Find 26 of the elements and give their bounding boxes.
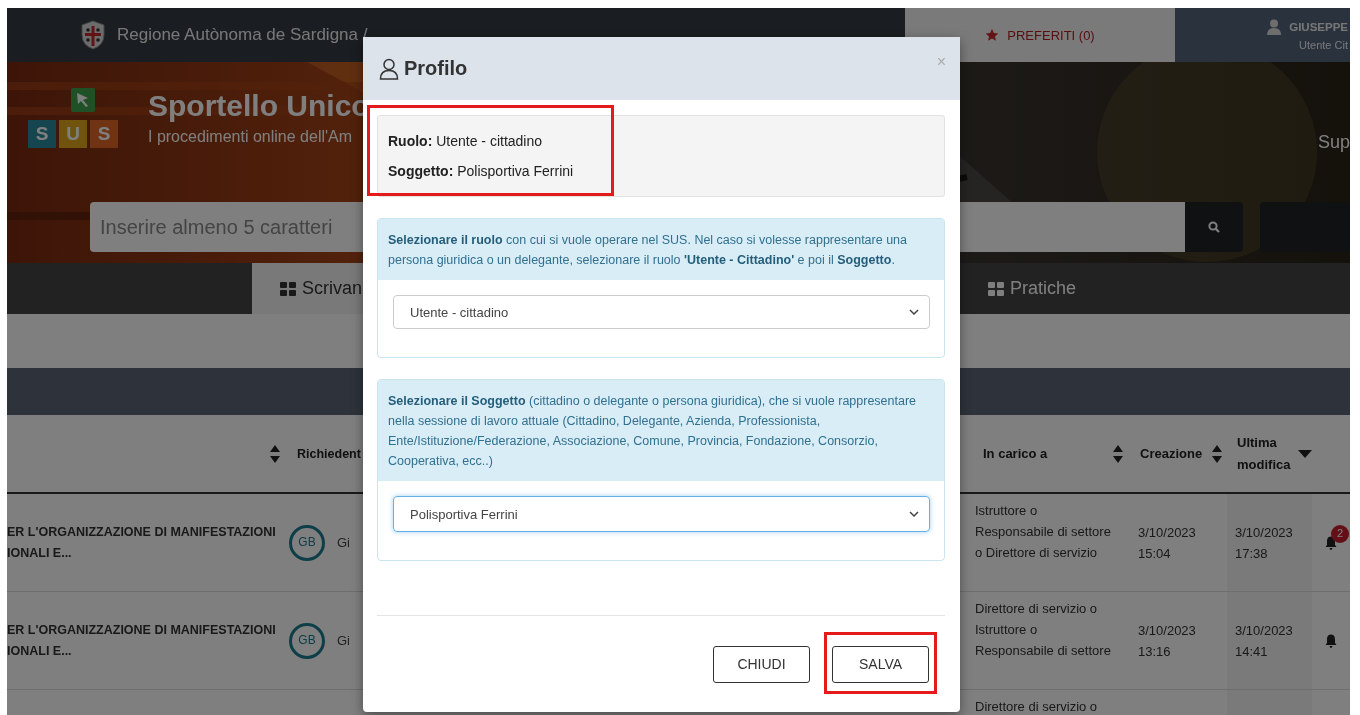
- site-subtitle: I procedimenti online dell'Am: [148, 128, 354, 146]
- request-title: ER L'ORGANIZZAZIONE DI MANIFESTAZIONI: [7, 621, 276, 639]
- avatar-badge: GB: [289, 622, 325, 659]
- table-cell-text: Direttore di servizio o Istruttore o Responsabile di settore: [975, 600, 1112, 660]
- modal-title: Profilo: [404, 57, 468, 80]
- instruction-text: Selezionare il Soggetto (cittadino o delegante o persona giuridica), che si vuole rappresentare nella sessione di lavoro attuale (Cittadino, Delegante, Azienda, Professionista, Ente/Istituzione/Federazione, Associazione, Comune, Provincia, Fondazione, Consorzio, Cooperativa, ecc..): [378, 380, 944, 481]
- request-title: ER L'ORGANIZZAZIONE DI MANIFESTAZIONI: [7, 523, 276, 541]
- table-cell-text: 3/10/2023 13:16: [1138, 621, 1197, 661]
- logo-tile: S: [28, 120, 56, 148]
- table-cell-text: 3/10/2023 15:04: [1138, 523, 1197, 563]
- request-title: IONALI E...: [7, 544, 72, 562]
- logo-tile: U: [59, 120, 87, 148]
- table-cell-text: Direttore di servizio o: [975, 698, 1098, 715]
- requester-name: Gi: [337, 632, 350, 650]
- summary-text: Soggetto: Polisportiva Ferrini: [388, 163, 575, 179]
- avatar-badge: GB: [289, 524, 325, 561]
- summary-text: Ruolo: Utente - cittadino: [388, 133, 544, 149]
- notification-badge: 2: [1331, 524, 1349, 543]
- table-cell: 3/10/2023 14:41: [1227, 592, 1312, 689]
- logo-tile: S: [90, 120, 118, 148]
- instruction-text: Selezionare il ruolo con cui si vuole operare nel SUS. Nel caso si volesse rappresentare una persona giuridica o un delegante, selezionare il ruolo 'Utente - Cittadino' e poi il Soggetto.: [378, 219, 944, 280]
- table-cell-text: Istruttore o Responsabile di settore o Direttore di servizio: [975, 502, 1112, 562]
- user-role: Utente Cit: [1299, 39, 1349, 51]
- table-cell: 3/10/2023 17:38: [1227, 494, 1312, 591]
- requester-name: Gi: [337, 534, 350, 552]
- request-title: IONALI E...: [7, 642, 72, 660]
